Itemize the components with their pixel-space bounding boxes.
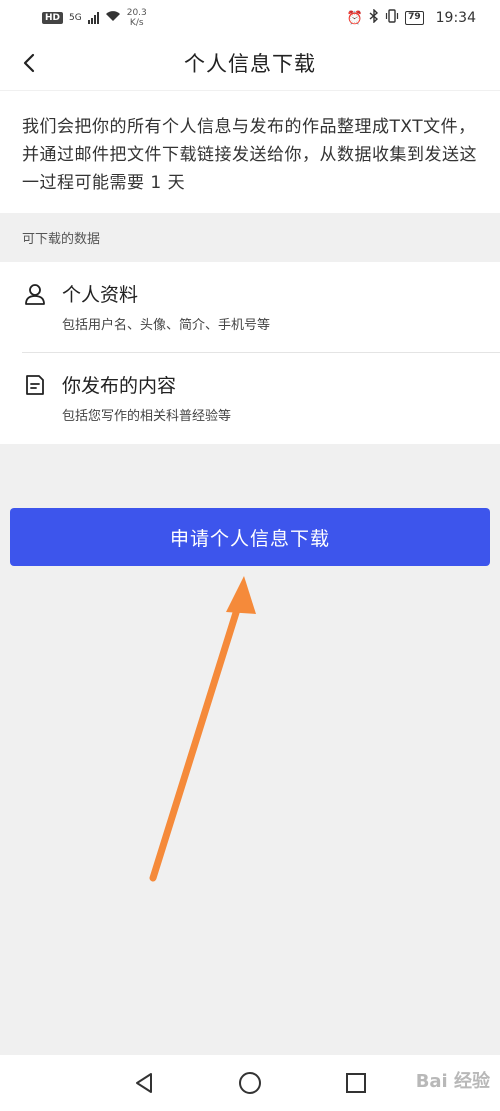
page-title: 个人信息下载 <box>184 52 316 76</box>
battery-icon: 79 <box>405 11 424 25</box>
clock: 19:34 <box>435 10 476 26</box>
list-item-profile[interactable]: 个人资料 包括用户名、头像、简介、手机号等 <box>0 262 500 353</box>
item-title: 个人资料 <box>62 284 139 306</box>
signal-icon <box>87 12 99 24</box>
network-type: 5G <box>69 12 82 23</box>
chevron-left-icon <box>23 53 35 73</box>
nav-recents-button[interactable] <box>342 1069 370 1097</box>
apply-download-button[interactable]: 申请个人信息下载 <box>10 508 490 566</box>
wifi-icon <box>105 10 121 26</box>
intro-text: 我们会把你的所有个人信息与发布的作品整理成TXT文件，并通过邮件把文件下载链接发… <box>22 117 477 193</box>
status-left: HD 5G 20.3 K/s <box>42 8 147 28</box>
person-icon <box>25 284 45 305</box>
item-desc: 包括用户名、头像、简介、手机号等 <box>62 318 271 333</box>
section-label: 可下载的数据 <box>22 232 101 247</box>
speed-unit: K/s <box>129 18 144 28</box>
circle-home-icon <box>239 1072 261 1094</box>
intro-panel: 我们会把你的所有个人信息与发布的作品整理成TXT文件，并通过邮件把文件下载链接发… <box>0 91 500 213</box>
item-desc: 包括您写作的相关科普经验等 <box>62 409 232 424</box>
nav-home-button[interactable] <box>236 1069 264 1097</box>
data-list: 个人资料 包括用户名、头像、简介、手机号等 你发布的内容 包括您写作的相关科普经… <box>0 262 500 444</box>
speed-value: 20.3 <box>126 8 147 18</box>
item-title: 你发布的内容 <box>62 375 177 397</box>
square-recents-icon <box>346 1073 366 1093</box>
document-icon <box>26 375 44 395</box>
nav-bar: 个人信息下载 <box>0 36 500 90</box>
back-button[interactable] <box>14 48 44 78</box>
status-bar: HD 5G 20.3 K/s ⏰ 79 19:34 <box>0 0 500 36</box>
triangle-back-icon <box>136 1073 152 1093</box>
hd-badge: HD <box>42 12 64 24</box>
list-item-content[interactable]: 你发布的内容 包括您写作的相关科普经验等 <box>0 353 500 443</box>
bluetooth-icon <box>369 8 379 27</box>
vibrate-icon <box>385 9 399 27</box>
alarm-icon: ⏰ <box>346 10 364 26</box>
nav-back-button[interactable] <box>130 1069 158 1097</box>
status-right: ⏰ 79 19:34 <box>346 8 476 27</box>
network-speed: 20.3 K/s <box>127 8 147 28</box>
watermark: Bai 经验 <box>415 1071 490 1092</box>
